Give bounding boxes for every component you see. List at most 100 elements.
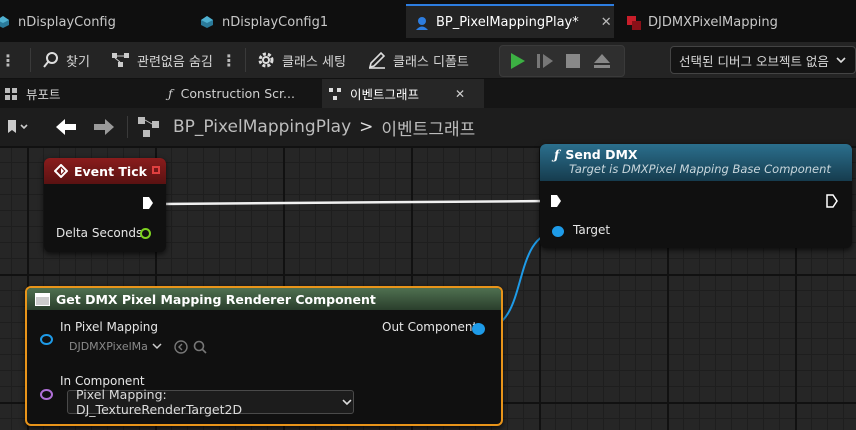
document-tab-bar: nDisplayConfig nDisplayConfig1 BP_PixelM… [0,0,856,42]
in-component-value: Pixel Mapping: DJ_TextureRenderTarget2D [76,387,243,417]
tab-viewport-label: 뷰포트 [26,87,61,102]
chevron-down-icon [342,399,352,406]
event-icon [54,164,68,178]
event-graph-canvas[interactable]: Event Tick Delta Seconds ƒ Send DMX Targe… [0,144,856,430]
function-icon: ƒ [168,86,173,101]
class-settings-label: 클래스 세팅 [282,54,346,70]
breadcrumb-graph: 이벤트그래프 [381,119,476,140]
tab-label: BP_PixelMappingPlay* [436,14,579,30]
bookmark-menu-button[interactable] [6,108,30,146]
arrow-left-icon [56,119,76,135]
breadcrumb-blueprint[interactable]: BP_PixelMappingPlay [173,117,351,137]
toolbar-divider [245,48,246,72]
in-pixel-mapping-pin[interactable] [40,334,53,345]
more-options-icon: ⋮ [0,50,16,70]
play-icon [511,53,525,69]
output-delegate-pin[interactable] [152,166,160,174]
close-tab-icon[interactable]: ✕ [601,15,612,30]
search-icon [43,52,58,68]
out-component-label: Out Component [382,320,478,334]
send-dmx-node[interactable]: ƒ Send DMX Target is DMXPixel Mapping Bas… [540,144,852,248]
pixel-mapping-asset-icon [626,15,641,30]
eject-icon [594,54,610,68]
get-renderer-header: Get DMX Pixel Mapping Renderer Component [27,288,501,310]
graph-icon [138,117,159,137]
step-button[interactable] [536,52,554,74]
delta-seconds-label: Delta Seconds [56,226,143,240]
stop-button[interactable] [564,52,582,74]
event-tick-header: Event Tick [44,158,166,184]
exec-wire [159,199,551,206]
in-pixel-mapping-value: DJDMXPixelMa [69,339,148,353]
debug-object-select[interactable]: 선택된 디버그 오브젝트 없음 [670,46,856,74]
hide-unrelated-label: 관련없음 숨김 [137,54,213,70]
target-pin[interactable] [552,226,564,237]
get-renderer-title: Get DMX Pixel Mapping Renderer Component [56,291,376,307]
close-tab-icon[interactable]: ✕ [455,87,465,101]
out-component-pin[interactable] [472,323,485,335]
debug-object-label: 선택된 디버그 오브젝트 없음 [679,53,829,69]
bookmark-icon [8,120,28,133]
stop-icon [566,54,580,68]
exec-out-pin[interactable] [142,196,154,210]
in-component-label: In Component [60,374,145,388]
get-renderer-component-node[interactable]: Get DMX Pixel Mapping Renderer Component… [25,286,503,426]
toolbar-divider [30,48,31,72]
graph-icon [329,87,341,100]
tab-bp-pixelmappingplay[interactable]: BP_PixelMappingPlay* ✕ [406,4,614,38]
delta-seconds-pin[interactable] [140,228,151,239]
blueprint-asset-icon [200,15,214,29]
in-component-pin[interactable] [40,389,53,400]
breadcrumb-separator: > [359,117,374,137]
in-component-select[interactable]: Pixel Mapping: DJ_TextureRenderTarget2D [67,387,354,417]
event-tick-title: Event Tick [74,163,147,179]
step-icon [537,54,553,68]
use-selected-asset-icon[interactable] [173,339,189,355]
chevron-down-icon [152,343,162,350]
in-pixel-mapping-select[interactable]: DJDMXPixelMa [63,336,167,356]
gear-icon [258,52,274,68]
class-defaults-label: 클래스 디폴트 [393,54,469,70]
breadcrumb-divider [127,116,128,138]
exec-in-pin[interactable] [550,194,562,208]
edit-defaults-icon [368,51,386,69]
play-controls [499,45,625,77]
tab-viewport[interactable]: 뷰포트 [4,79,154,108]
blueprint-toolbar: ⋮ 찾기 관련없음 숨김 ⋮ 클래스 세팅 클래스 디폴트 선택된 디버그 오브… [0,42,856,79]
tab-djdmxpixelmapping[interactable]: DJDMXPixelMapping [626,4,856,40]
in-pixel-mapping-label: In Pixel Mapping [60,320,159,334]
viewport-grid-icon [5,87,17,100]
back-button[interactable] [55,108,77,146]
forward-button[interactable] [93,108,115,146]
browse-asset-search-icon[interactable] [192,339,208,355]
play-button[interactable] [508,52,526,74]
eject-button[interactable] [592,52,612,74]
pure-function-icon [35,292,50,306]
tab-ndisplayconfig1[interactable]: nDisplayConfig1 [200,4,390,40]
find-button[interactable]: 찾기 [42,42,90,78]
class-settings-button[interactable]: 클래스 세팅 [256,42,346,78]
class-defaults-button[interactable]: 클래스 디폴트 [367,42,469,78]
exec-out-pin[interactable] [826,194,838,208]
hide-unrelated-button[interactable]: 관련없음 숨김 ⋮ [111,42,237,78]
arrow-right-icon [94,119,114,135]
target-label: Target [573,223,611,237]
find-label: 찾기 [66,54,90,70]
actor-blueprint-icon [414,15,428,30]
tab-label: nDisplayConfig [18,14,116,30]
event-tick-node[interactable]: Event Tick Delta Seconds [44,158,166,252]
send-dmx-header: ƒ Send DMX Target is DMXPixel Mapping Bas… [540,144,852,181]
breadcrumb-bar: BP_PixelMappingPlay > 이벤트그래프 [0,108,856,147]
chevron-down-icon [836,57,846,64]
graph-tab-bar: 뷰포트 ƒ Construction Scr... 이벤트그래프 ✕ [0,79,856,108]
tab-event-graph[interactable]: 이벤트그래프 ✕ [322,79,484,108]
breadcrumb: BP_PixelMappingPlay > 이벤트그래프 [137,108,475,146]
tab-label: nDisplayConfig1 [222,14,329,30]
function-icon: ƒ [554,147,560,162]
tab-construction-script[interactable]: ƒ Construction Scr... [168,79,318,108]
tab-label: DJDMXPixelMapping [648,14,778,30]
tab-ndisplayconfig[interactable]: nDisplayConfig [0,4,185,40]
toolbar-overflow[interactable]: ⋮ [0,42,16,78]
more-options-icon[interactable]: ⋮ [221,51,237,70]
send-dmx-title: Send DMX [565,147,638,162]
